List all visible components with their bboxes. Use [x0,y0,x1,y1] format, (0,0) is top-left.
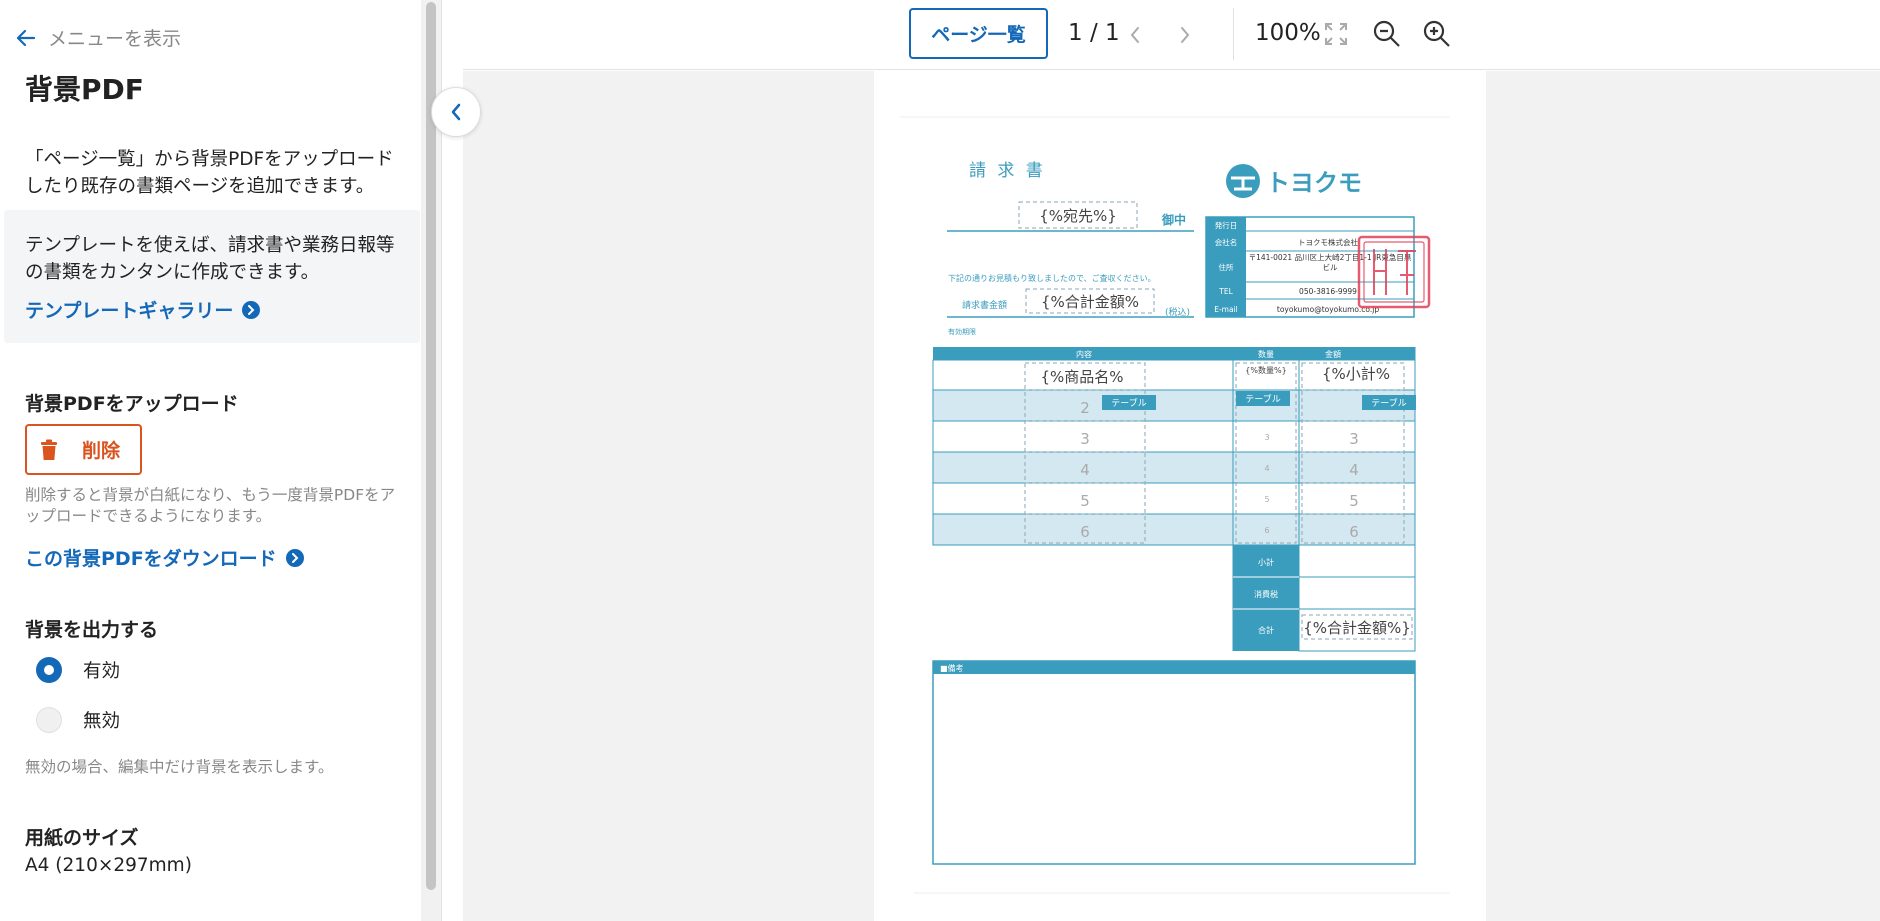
zoom-out-button[interactable] [1371,18,1403,50]
toolbar-divider [1233,8,1234,60]
amount-field: {%合計金額% [1041,293,1139,311]
due-date-label: 有効期限 [948,327,976,336]
download-pdf-link[interactable]: この背景PDFをダウンロード [25,544,304,571]
viewer-toolbar: ページ一覧 1 / 1 100% [463,0,1880,70]
subtotal-field: {%小計% [1322,365,1390,383]
zoom-out-icon [1373,20,1400,47]
sidebar-scrollbar[interactable] [421,0,441,921]
chevron-right-circle-icon [285,548,304,567]
zoom-in-button[interactable] [1421,18,1453,50]
show-menu-label: メニューを表示 [48,28,182,50]
row-number: 4 [1349,461,1359,479]
row-number: 5 [1080,492,1090,510]
output-section-heading: 背景を出力する [25,619,159,641]
template-gallery-link[interactable]: テンプレートギャラリー [25,296,261,323]
trash-icon [41,439,57,460]
column-header: 金額 [1325,349,1341,359]
info-label: 住所 [1219,262,1235,272]
invoice-title: 請 求 書 [969,161,1046,181]
delete-note: 削除すると背景が白紙になり、もう一度背景PDFをアップロードできるようになります… [25,486,396,525]
table-tag: テーブル [1371,397,1406,409]
radio-unselected-icon [36,707,62,733]
panel-title: 背景PDF [25,73,144,106]
delete-label: 削除 [82,440,121,462]
template-info-text: テンプレートを使えば、請求書や業務日報等の書類をカンタンに作成できます。 [25,235,395,283]
download-pdf-label: この背景PDFをダウンロード [25,548,277,570]
output-note: 無効の場合、編集中だけ背景を表示します。 [25,758,334,776]
output-disabled-radio[interactable]: 無効 [36,707,120,733]
remarks-box: ■備考 [932,660,1416,865]
row-number: 2 [1080,399,1090,417]
scrollbar-thumb[interactable] [426,2,436,890]
chevron-left-icon [1130,27,1139,43]
row-number: 5 [1264,495,1269,504]
item-name-field: {%商品名% [1040,368,1123,386]
quantity-field: {%数量%} [1245,365,1286,375]
row-number: 3 [1264,433,1269,442]
summary-label: 消費税 [1254,589,1278,599]
prev-page-button[interactable] [1125,22,1145,48]
row-number: 6 [1080,523,1090,541]
sidebar: メニューを表示 背景PDF 「ページ一覧」から背景PDFをアップロードしたり既存… [0,0,442,921]
row-number: 3 [1080,430,1090,448]
chevron-right-circle-icon [242,300,261,319]
output-disabled-label: 無効 [83,711,121,732]
row-number: 4 [1264,464,1269,473]
honorific: 御中 [1161,212,1186,227]
info-label: TEL [1218,287,1233,296]
row-number: 4 [1080,461,1090,479]
column-header: 内容 [1076,349,1092,359]
template-info-box: テンプレートを使えば、請求書や業務日報等の書類をカンタンに作成できます。 テンプ… [4,210,420,343]
output-enabled-label: 有効 [83,661,121,682]
invoice-document: 請 求 書 トヨクモ {%宛先%} 御中 下記の通りお見積もり致しましたので、ご… [900,116,1450,894]
expand-icon [1325,23,1347,45]
collapse-sidebar-button[interactable] [431,87,481,137]
zoom-level: 100% [1255,20,1321,46]
template-gallery-label: テンプレートギャラリー [25,300,234,322]
info-label: 会社名 [1215,237,1238,247]
company-logo: トヨクモ [1226,164,1362,198]
row-number: 6 [1349,523,1359,541]
page-list-button[interactable]: ページ一覧 [909,8,1048,59]
summary-label: 合計 [1258,625,1274,635]
show-menu-link[interactable]: メニューを表示 [16,24,181,51]
info-value: 050-3816-9999 [1299,287,1357,296]
column-header: 数量 [1258,349,1274,359]
paper-size-heading: 用紙のサイズ [25,827,139,849]
delete-button[interactable]: 削除 [25,424,142,475]
greeting-text: 下記の通りお見積もり致しましたので、ご査収ください。 [948,273,1156,283]
info-label: 発行日 [1215,220,1238,230]
document-canvas[interactable]: 請 求 書 トヨクモ {%宛先%} 御中 下記の通りお見積もり致しましたので、ご… [463,71,1880,921]
total-field: {%合計金額%} [1303,619,1411,637]
radio-selected-icon [36,657,62,683]
paper-size-value: A4 (210×297mm) [25,855,192,876]
summary-label: 小計 [1258,557,1274,567]
to-field: {%宛先%} [1039,207,1117,225]
info-value-address: 〒141-0021 品川区上大崎2丁目1-1 JR東急目黒ビル [1249,253,1412,272]
chevron-left-icon [451,103,461,121]
remarks-label: ■備考 [940,663,964,673]
chevron-right-icon [1181,27,1190,43]
table-tag: テーブル [1245,393,1280,405]
table-tag: テーブル [1111,397,1146,409]
amount-label: 請求書金額 [962,299,1007,311]
next-page-button[interactable] [1175,22,1195,48]
row-number: 6 [1264,526,1269,535]
info-label: E-mail [1214,305,1238,314]
items-table: 内容 数量 金額 {%商品名% {%数量%} {%小計% テーブル テーブル テ… [932,347,1416,652]
output-enabled-radio[interactable]: 有効 [36,657,120,683]
zoom-in-icon [1423,20,1450,47]
fit-page-button[interactable] [1323,20,1349,48]
row-number: 3 [1349,430,1359,448]
info-value: トヨクモ株式会社 [1298,237,1358,247]
row-number: 5 [1349,492,1359,510]
logo-text: トヨクモ [1266,169,1362,197]
document-page[interactable]: 請 求 書 トヨクモ {%宛先%} 御中 下記の通りお見積もり致しましたので、ご… [874,71,1486,921]
tax-included-label: (税込) [1165,306,1190,318]
upload-section-heading: 背景PDFをアップロード [25,393,239,415]
panel-description: 「ページ一覧」から背景PDFをアップロードしたり既存の書類ページを追加できます。 [25,149,394,197]
page-indicator: 1 / 1 [1068,20,1120,46]
arrow-left-icon [16,29,36,46]
